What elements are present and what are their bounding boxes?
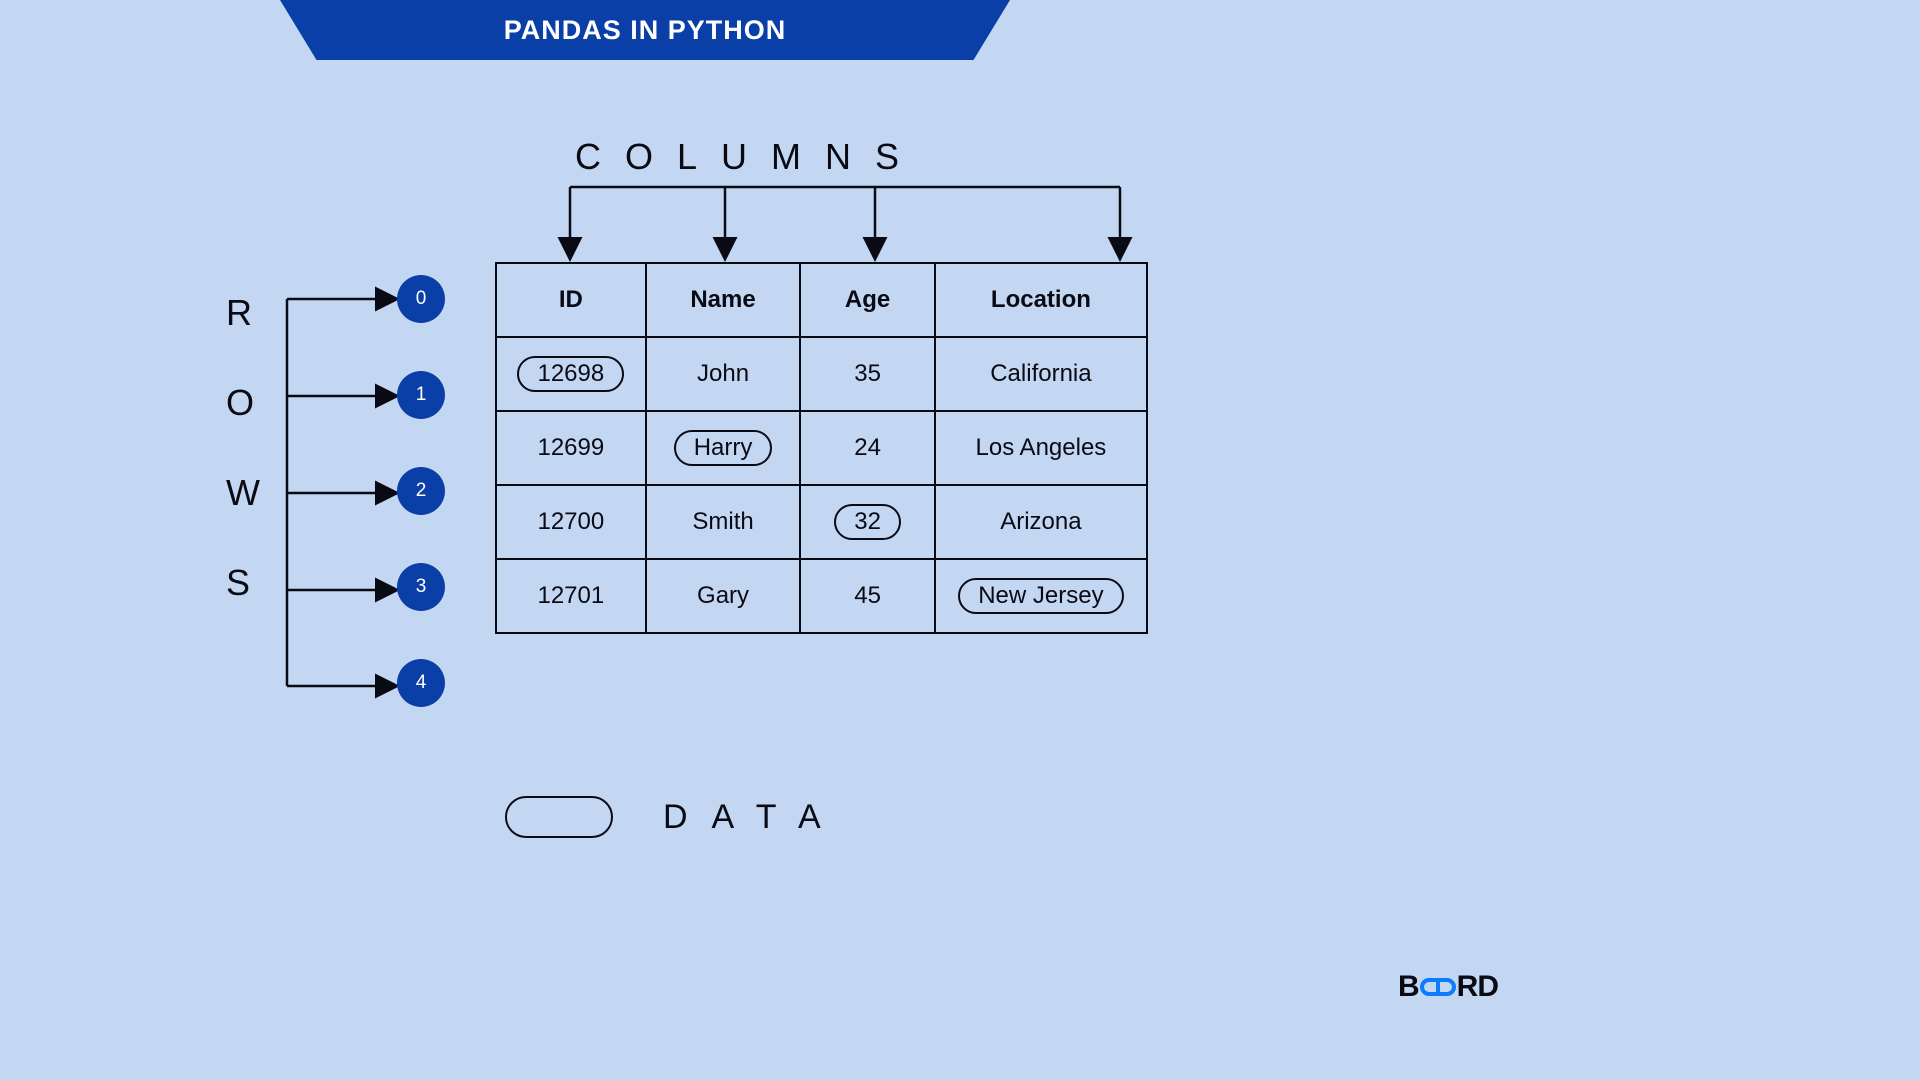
cell-name: Harry: [674, 430, 773, 466]
row-index-badge: 0: [397, 275, 445, 323]
rows-letter: O: [226, 385, 260, 421]
data-label: DATA: [663, 798, 845, 837]
infinity-icon: [1420, 978, 1456, 996]
cell-id: 12698: [517, 356, 624, 392]
table-header-row: ID Name Age Location: [496, 263, 1147, 337]
cell-location: Arizona: [1000, 508, 1081, 535]
rows-letter: W: [226, 475, 260, 511]
cell-name: John: [697, 360, 749, 387]
data-legend: DATA: [505, 796, 845, 838]
row-index-badge: 1: [397, 371, 445, 419]
cell-name: Gary: [697, 582, 749, 609]
dataframe-table: ID Name Age Location 12698 John 35 Calif…: [495, 262, 1148, 634]
row-index-badge: 2: [397, 467, 445, 515]
col-header-location: Location: [935, 263, 1147, 337]
row-indices: 0 1 2 3 4: [397, 275, 445, 707]
cell-age: 32: [834, 504, 901, 540]
columns-label: COLUMNS: [575, 136, 923, 178]
cell-id: 12700: [537, 508, 604, 535]
rows-label: R O W S: [226, 295, 260, 601]
columns-arrows-icon: [565, 182, 1125, 262]
cell-id: 12701: [537, 582, 604, 609]
table-row: 12701 Gary 45 New Jersey: [496, 559, 1147, 633]
cell-id: 12699: [537, 434, 604, 461]
brand-pre: B: [1398, 970, 1419, 1004]
row-index-badge: 4: [397, 659, 445, 707]
cell-age: 24: [854, 434, 881, 461]
table-row: 12698 John 35 California: [496, 337, 1147, 411]
title-text: PANDAS IN PYTHON: [504, 15, 787, 46]
cell-location: California: [990, 360, 1091, 387]
col-header-id: ID: [496, 263, 646, 337]
col-header-name: Name: [646, 263, 801, 337]
rows-arrows-icon: [282, 296, 402, 696]
brand-post: RD: [1457, 970, 1498, 1004]
cell-age: 45: [854, 582, 881, 609]
row-index-badge: 3: [397, 563, 445, 611]
cell-name: Smith: [692, 508, 753, 535]
brand-logo: B RD: [1398, 970, 1498, 1004]
cell-location: New Jersey: [958, 578, 1123, 614]
table-row: 12699 Harry 24 Los Angeles: [496, 411, 1147, 485]
rows-letter: R: [226, 295, 260, 331]
col-header-age: Age: [800, 263, 934, 337]
title-banner: PANDAS IN PYTHON: [280, 0, 1010, 60]
cell-age: 35: [854, 360, 881, 387]
cell-location: Los Angeles: [976, 434, 1107, 461]
rows-letter: S: [226, 565, 260, 601]
table-row: 12700 Smith 32 Arizona: [496, 485, 1147, 559]
pill-icon: [505, 796, 613, 838]
